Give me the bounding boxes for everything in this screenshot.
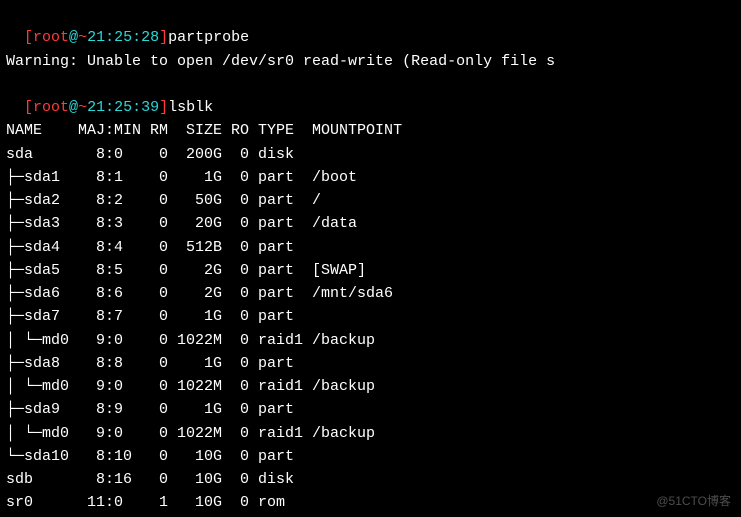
prompt-tilde: ~ <box>78 29 87 46</box>
prompt-at: @ <box>69 29 78 46</box>
lsblk-header: NAME MAJ:MIN RM SIZE RO TYPE MOUNTPOINT <box>6 119 735 142</box>
table-row: │ └─md0 9:0 0 1022M 0 raid1 /backup <box>6 422 735 445</box>
table-row: └─sda10 8:10 0 10G 0 part <box>6 445 735 468</box>
lsblk-output: sda 8:0 0 200G 0 disk ├─sda1 8:1 0 1G 0 … <box>6 143 735 515</box>
prompt-time: 21:25:39 <box>87 99 159 116</box>
warning-output: Warning: Unable to open /dev/sr0 read-wr… <box>6 50 735 73</box>
command-partprobe[interactable]: partprobe <box>168 29 249 46</box>
prompt-at: @ <box>69 99 78 116</box>
prompt-bracket-close: ] <box>159 29 168 46</box>
prompt-bracket-close: ] <box>159 99 168 116</box>
table-row: sr0 11:0 1 10G 0 rom <box>6 491 735 514</box>
table-row: ├─sda4 8:4 0 512B 0 part <box>6 236 735 259</box>
table-row: ├─sda8 8:8 0 1G 0 part <box>6 352 735 375</box>
prompt-user: root <box>33 29 69 46</box>
prompt-bracket-open: [ <box>24 99 33 116</box>
prompt-line-2: [root@~21:25:39]lsblk <box>6 73 735 120</box>
table-row: sdb 8:16 0 10G 0 disk <box>6 468 735 491</box>
prompt-tilde: ~ <box>78 99 87 116</box>
table-row: ├─sda6 8:6 0 2G 0 part /mnt/sda6 <box>6 282 735 305</box>
prompt-bracket-open: [ <box>24 29 33 46</box>
prompt-time: 21:25:28 <box>87 29 159 46</box>
table-row: sda 8:0 0 200G 0 disk <box>6 143 735 166</box>
table-row: ├─sda3 8:3 0 20G 0 part /data <box>6 212 735 235</box>
table-row: ├─sda7 8:7 0 1G 0 part <box>6 305 735 328</box>
table-row: │ └─md0 9:0 0 1022M 0 raid1 /backup <box>6 329 735 352</box>
prompt-line-1: [root@~21:25:28]partprobe <box>6 3 735 50</box>
table-row: ├─sda5 8:5 0 2G 0 part [SWAP] <box>6 259 735 282</box>
table-row: │ └─md0 9:0 0 1022M 0 raid1 /backup <box>6 375 735 398</box>
command-lsblk[interactable]: lsblk <box>168 99 213 116</box>
table-row: ├─sda9 8:9 0 1G 0 part <box>6 398 735 421</box>
watermark-text: @51CTO博客 <box>656 492 731 511</box>
table-row: ├─sda2 8:2 0 50G 0 part / <box>6 189 735 212</box>
table-row: ├─sda1 8:1 0 1G 0 part /boot <box>6 166 735 189</box>
prompt-user: root <box>33 99 69 116</box>
